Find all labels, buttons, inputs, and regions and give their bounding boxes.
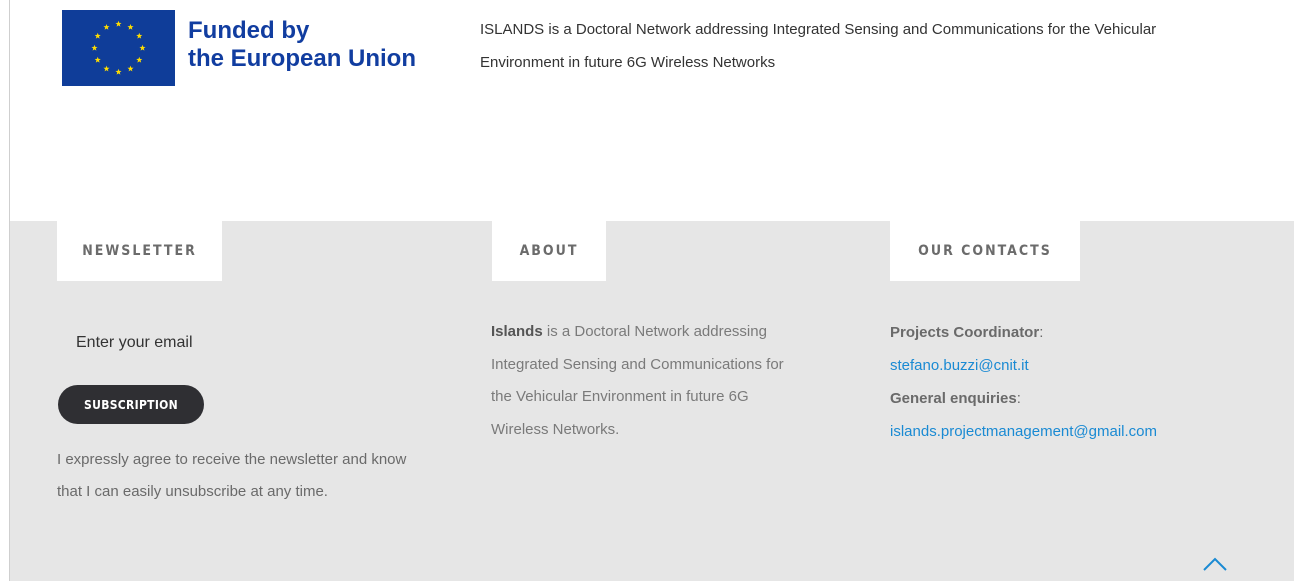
about-heading: ABOUT <box>492 221 606 281</box>
coordinator-email-link[interactable]: stefano.buzzi@cnit.it <box>890 357 1029 374</box>
about-text: Islands is a Doctoral Network addressing… <box>491 316 791 446</box>
enquiries-email-row: islands.projectmanagement@gmail.com <box>890 415 1290 448</box>
chevron-up-icon[interactable] <box>1202 556 1228 572</box>
coordinator-label: Projects Coordinator <box>890 324 1040 341</box>
contacts-heading: OUR CONTACTS <box>890 221 1080 281</box>
banner-description: ISLANDS is a Doctoral Network addressing… <box>480 21 1157 71</box>
enquiries-row: General enquiries: <box>890 390 1021 407</box>
newsletter-consent-text: I expressly agree to receive the newslet… <box>57 451 407 500</box>
about-bold-name: Islands <box>491 323 543 340</box>
eu-funding-logo-text: Funded by the European Union <box>188 17 416 73</box>
coordinator-email-row: stefano.buzzi@cnit.it <box>890 349 1290 382</box>
email-input[interactable] <box>60 325 360 361</box>
eu-text-line2: the European Union <box>188 45 416 72</box>
eu-flag-icon <box>62 10 175 86</box>
enquiries-label: General enquiries <box>890 390 1017 407</box>
coordinator-row: Projects Coordinator: <box>890 324 1044 341</box>
page: Funded by the European Union ISLANDS is … <box>0 0 1294 581</box>
about-body: is a Doctoral Network addressing Integra… <box>491 323 784 438</box>
eu-text-line1: Funded by <box>188 17 310 44</box>
contacts-block: Projects Coordinator: stefano.buzzi@cnit… <box>890 316 1290 448</box>
footer: NEWSLETTER ABOUT OUR CONTACTS SUBSCRIPTI… <box>10 221 1294 581</box>
enquiries-email-link[interactable]: islands.projectmanagement@gmail.com <box>890 423 1157 440</box>
subscription-button[interactable]: SUBSCRIPTION <box>58 385 204 424</box>
newsletter-heading: NEWSLETTER <box>57 221 222 281</box>
